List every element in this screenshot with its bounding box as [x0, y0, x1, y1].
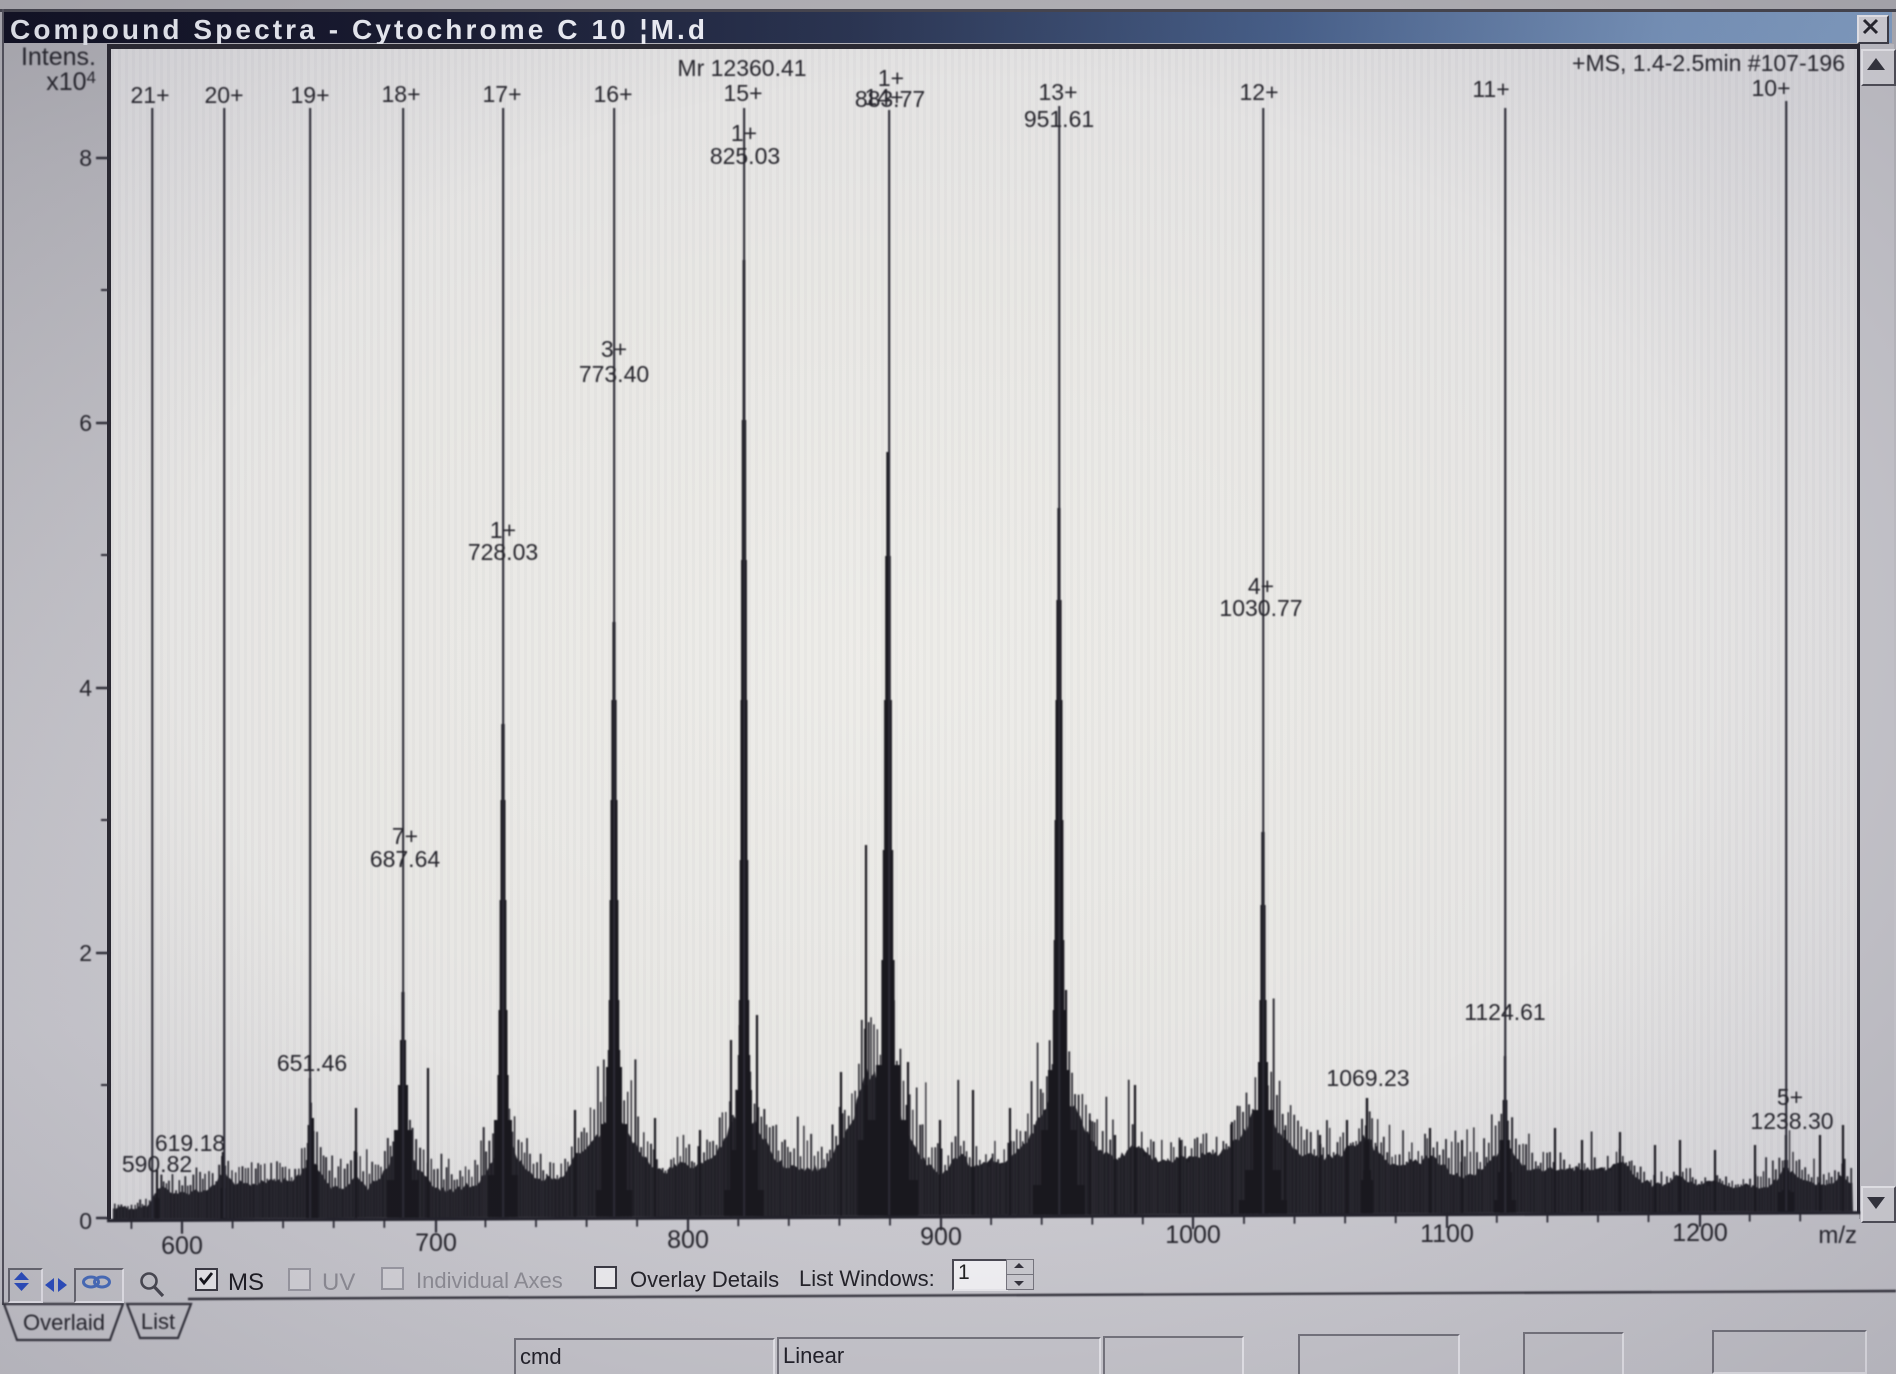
svg-text:Overlaid: Overlaid: [23, 1310, 105, 1335]
svg-text:12+: 12+: [1239, 79, 1278, 105]
svg-text:5+: 5+: [1777, 1084, 1803, 1110]
svg-text:4: 4: [79, 675, 92, 701]
svg-text:825.03: 825.03: [710, 143, 780, 169]
svg-text:+MS, 1.4-2.5min #107-196: +MS, 1.4-2.5min #107-196: [1572, 50, 1845, 76]
svg-text:3+: 3+: [601, 336, 627, 362]
svg-text:List: List: [141, 1309, 175, 1334]
svg-text:Mr 12360.41: Mr 12360.41: [677, 55, 806, 81]
svg-text:600: 600: [161, 1232, 203, 1260]
svg-text:13+: 13+: [1038, 79, 1077, 105]
svg-text:6: 6: [79, 410, 92, 436]
svg-text:900: 900: [920, 1223, 962, 1251]
svg-text:590.82: 590.82: [122, 1151, 192, 1177]
svg-text:0: 0: [79, 1208, 92, 1234]
svg-text:20+: 20+: [204, 82, 243, 108]
svg-text:8: 8: [79, 145, 92, 171]
svg-text:2: 2: [79, 940, 92, 966]
svg-text:700: 700: [415, 1229, 457, 1257]
svg-text:19+: 19+: [290, 82, 329, 108]
svg-text:651.46: 651.46: [277, 1050, 347, 1076]
svg-text:18+: 18+: [381, 81, 420, 107]
svg-text:x104: x104: [46, 68, 96, 96]
svg-text:Intens.: Intens.: [21, 43, 96, 71]
svg-text:11+: 11+: [1472, 76, 1509, 102]
svg-text:21+: 21+: [130, 82, 169, 108]
svg-text:1000: 1000: [1165, 1221, 1221, 1249]
svg-text:14+: 14+: [864, 84, 903, 110]
svg-text:16+: 16+: [593, 81, 632, 107]
svg-text:1069.23: 1069.23: [1326, 1065, 1409, 1091]
svg-text:1200: 1200: [1672, 1219, 1728, 1247]
svg-text:800: 800: [667, 1226, 709, 1254]
svg-text:1238.30: 1238.30: [1750, 1108, 1833, 1134]
svg-text:687.64: 687.64: [370, 846, 441, 872]
svg-text:728.03: 728.03: [468, 539, 538, 565]
svg-text:1100: 1100: [1420, 1220, 1474, 1248]
svg-text:773.40: 773.40: [579, 361, 649, 387]
svg-text:1124.61: 1124.61: [1464, 999, 1545, 1025]
svg-text:15+: 15+: [723, 80, 762, 106]
svg-text:1030.77: 1030.77: [1219, 595, 1302, 621]
svg-text:17+: 17+: [482, 81, 521, 107]
svg-text:m/z: m/z: [1818, 1222, 1857, 1249]
svg-text:10+: 10+: [1751, 75, 1790, 101]
svg-text:951.61: 951.61: [1024, 106, 1094, 132]
